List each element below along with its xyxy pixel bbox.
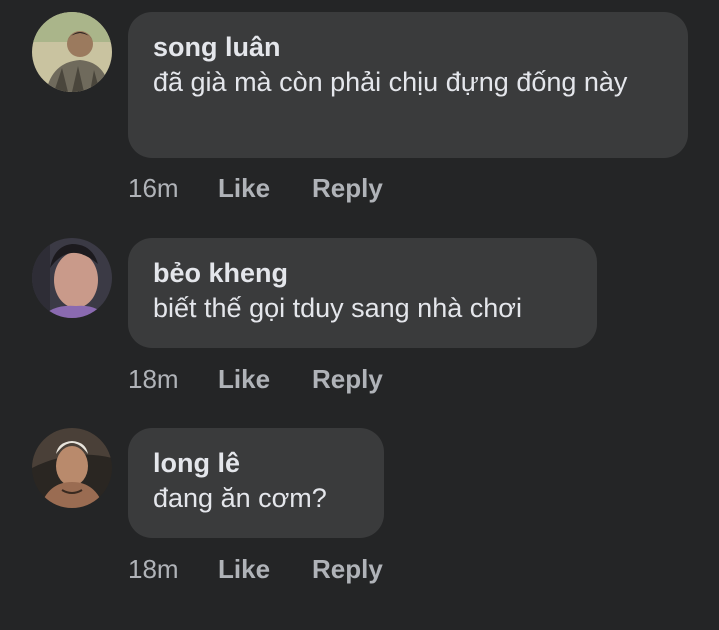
comment-author[interactable]: song luân	[153, 30, 663, 64]
comment-bubble: long lê đang ăn cơm?	[128, 428, 384, 538]
comment-actions: 18m Like Reply	[128, 552, 428, 586]
comment-timestamp[interactable]: 18m	[128, 362, 179, 396]
comment-text: đã già mà còn phải chịu đựng đống này	[153, 67, 628, 97]
avatar[interactable]	[32, 238, 112, 318]
comment-timestamp[interactable]: 18m	[128, 552, 179, 586]
comment-author[interactable]: bẻo kheng	[153, 256, 572, 290]
like-button[interactable]: Like	[218, 552, 270, 586]
reply-button[interactable]: Reply	[312, 362, 383, 396]
comment-text: biết thế gọi tduy sang nhà chơi	[153, 293, 522, 323]
comment-text: đang ăn cơm?	[153, 483, 327, 513]
reply-button[interactable]: Reply	[312, 171, 383, 205]
profile-photo-icon	[32, 238, 112, 318]
like-button[interactable]: Like	[218, 362, 270, 396]
comment-timestamp[interactable]: 16m	[128, 171, 179, 205]
comment-actions: 16m Like Reply	[128, 171, 428, 205]
comment-actions: 18m Like Reply	[128, 362, 428, 396]
comment-bubble: song luân đã già mà còn phải chịu đựng đ…	[128, 12, 688, 158]
like-button[interactable]: Like	[218, 171, 270, 205]
profile-photo-icon	[32, 12, 112, 92]
reply-button[interactable]: Reply	[312, 552, 383, 586]
avatar[interactable]	[32, 428, 112, 508]
comment-author[interactable]: long lê	[153, 446, 359, 480]
profile-photo-icon	[32, 428, 112, 508]
avatar[interactable]	[32, 12, 112, 92]
comment-bubble: bẻo kheng biết thế gọi tduy sang nhà chơ…	[128, 238, 597, 348]
comment-thread: song luân đã già mà còn phải chịu đựng đ…	[0, 0, 719, 630]
